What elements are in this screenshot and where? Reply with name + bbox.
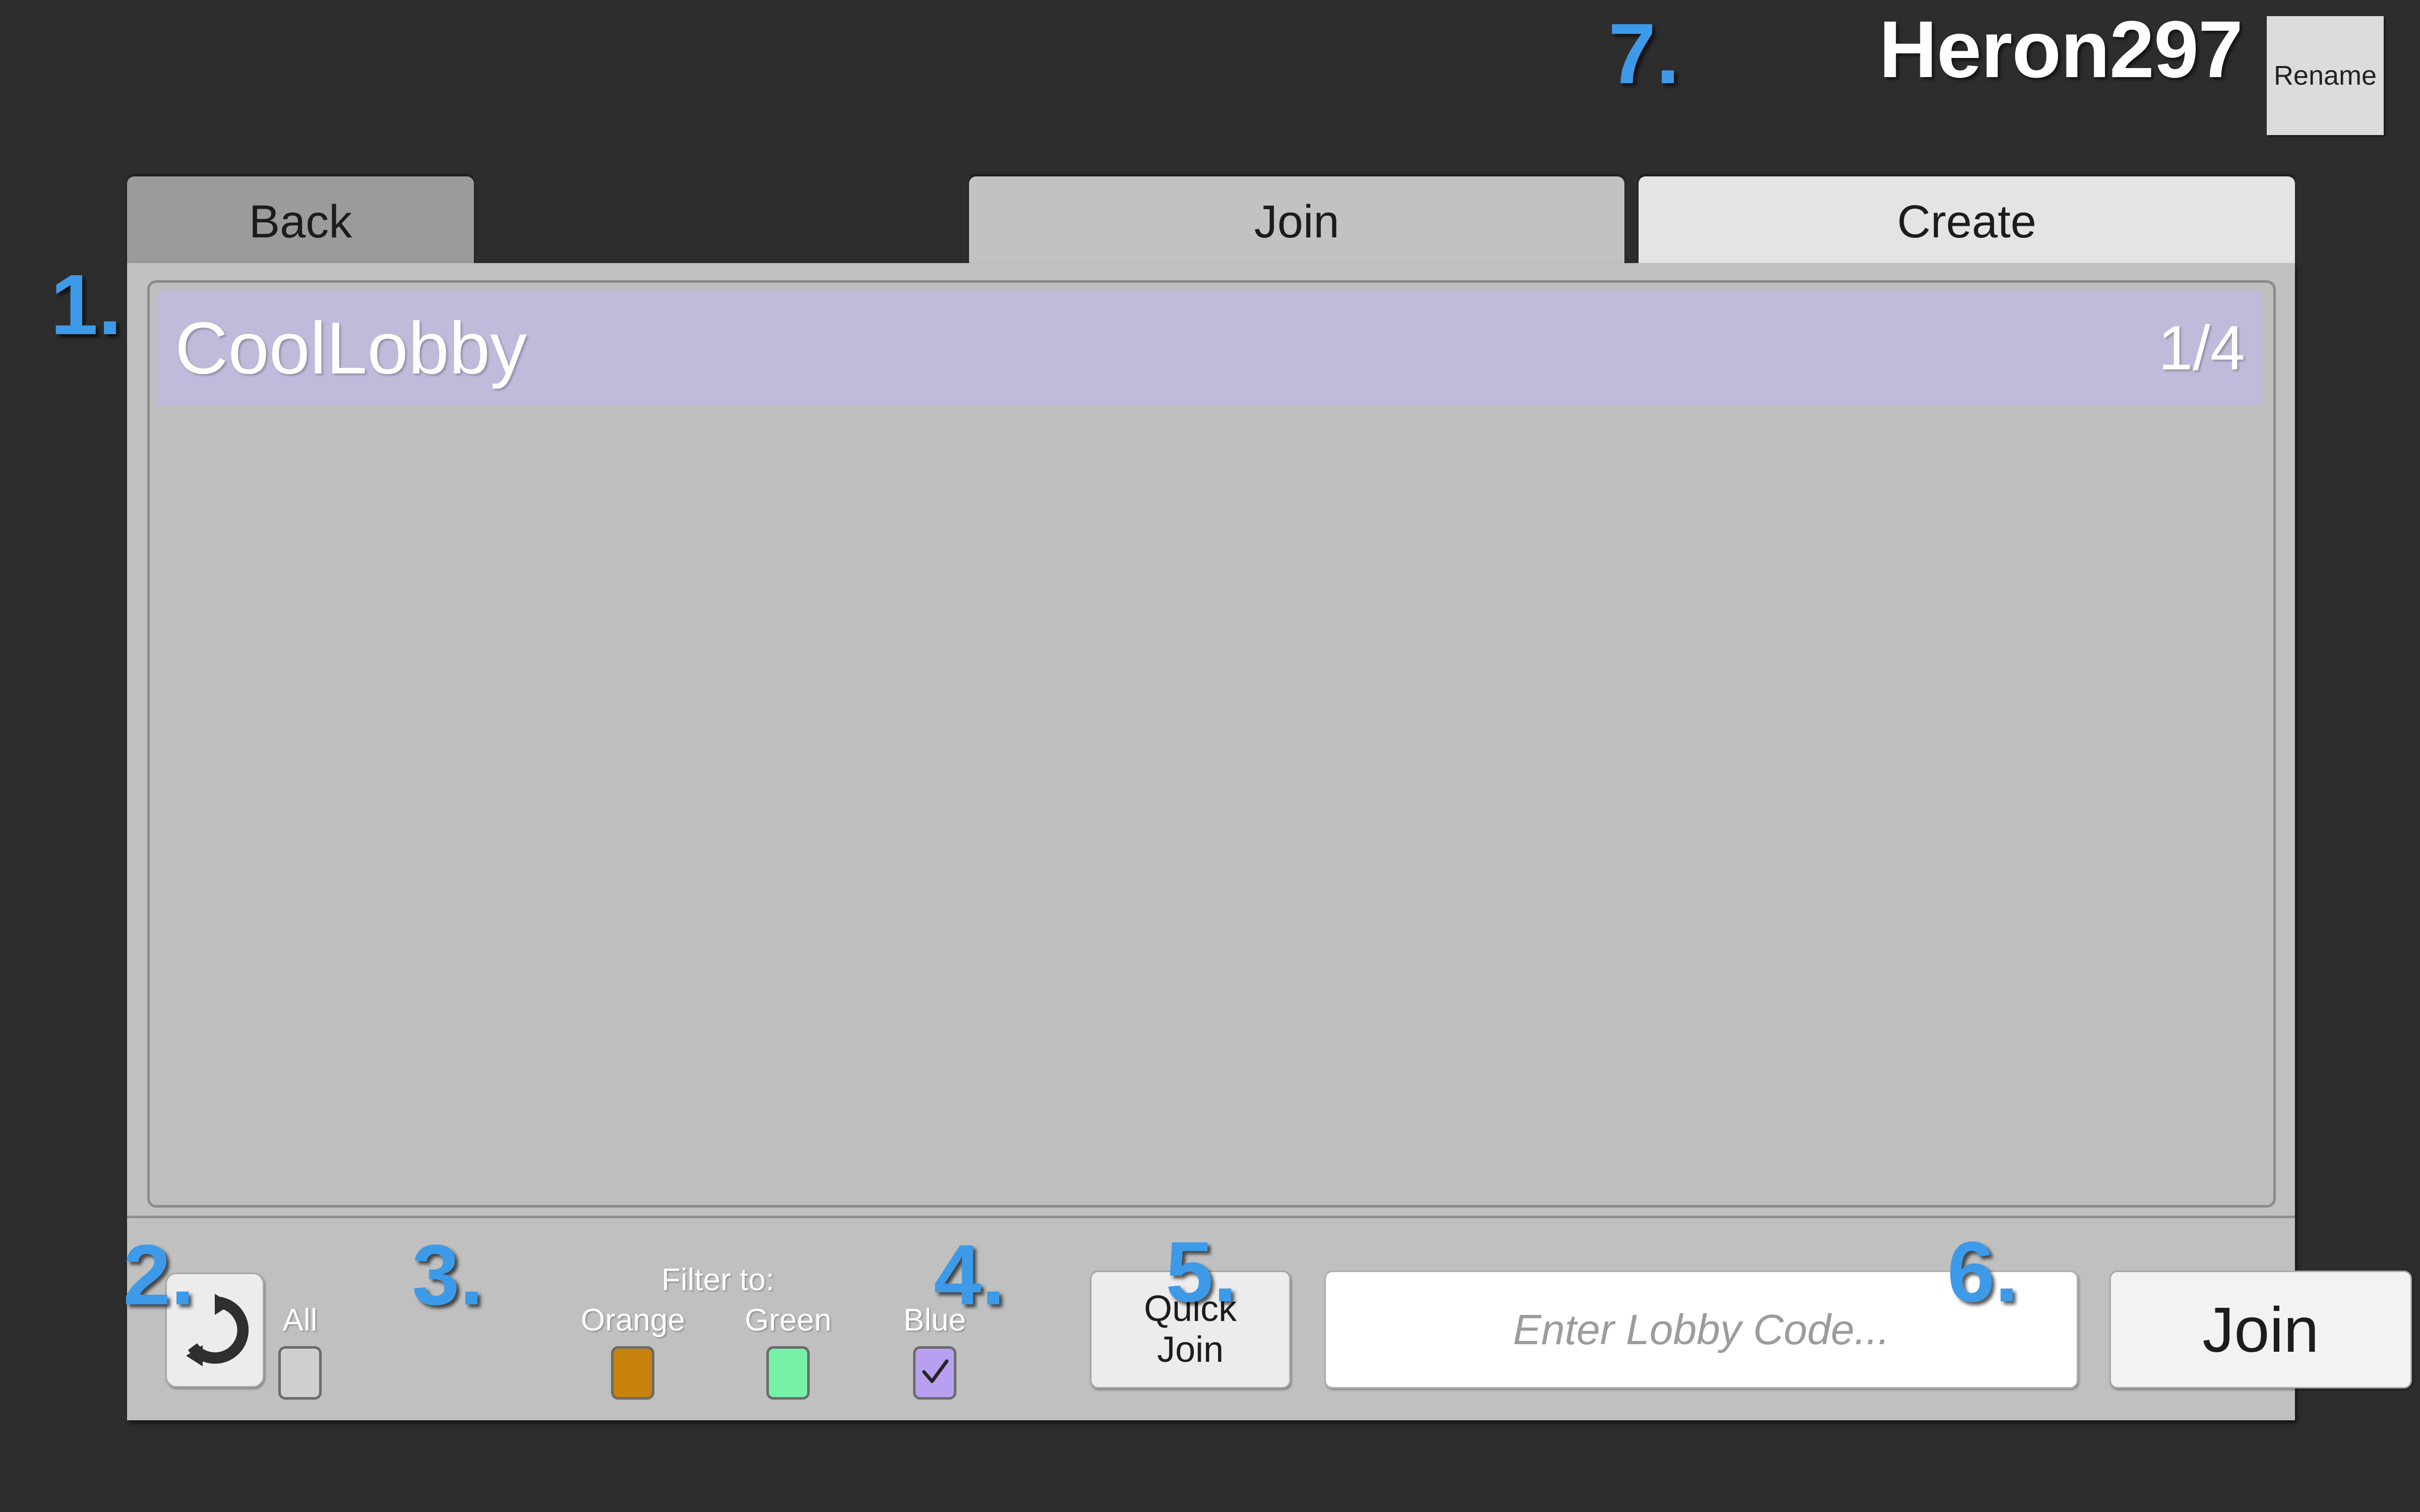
username-label: Heron297 bbox=[1879, 4, 2243, 94]
filter-orange-label: Orange bbox=[581, 1303, 685, 1338]
annotation-marker-4: 4. bbox=[934, 1227, 1005, 1323]
filter-green-label: Green bbox=[745, 1303, 832, 1338]
filter-blue-checkbox[interactable] bbox=[913, 1346, 957, 1400]
lobby-browser-panel: CoolLobby 1/4 2. Filter to: 3. All Orang… bbox=[123, 263, 2412, 1420]
lobby-name: CoolLobby bbox=[175, 307, 527, 389]
annotation-marker-1: 1. bbox=[50, 257, 122, 353]
rename-button[interactable]: Rename bbox=[2267, 16, 2384, 135]
filter-all-label: All bbox=[282, 1303, 318, 1338]
filter-green-checkbox[interactable] bbox=[766, 1346, 810, 1400]
header-bar: 7. Heron297 Rename bbox=[0, 0, 2420, 151]
join-button[interactable]: Join bbox=[2109, 1271, 2412, 1389]
checkmark-icon bbox=[919, 1356, 951, 1391]
lobby-toolbar: 2. Filter to: 3. All Orange Green Blue 4… bbox=[123, 1216, 2412, 1420]
annotation-marker-3: 3. bbox=[412, 1227, 483, 1323]
quick-join-line2: Join bbox=[1157, 1330, 1224, 1370]
lobby-list[interactable]: CoolLobby 1/4 bbox=[147, 280, 2276, 1208]
filter-all-checkbox[interactable] bbox=[278, 1346, 322, 1400]
filter-to-label: Filter to: bbox=[661, 1263, 774, 1297]
lobby-list-item[interactable]: CoolLobby 1/4 bbox=[158, 291, 2262, 406]
annotation-marker-7: 7. bbox=[1608, 6, 1680, 102]
lobby-player-count: 1/4 bbox=[2158, 313, 2245, 383]
tab-strip: Back Join Create bbox=[0, 176, 2420, 267]
annotation-marker-6: 6. bbox=[1947, 1224, 2019, 1320]
tab-create[interactable]: Create bbox=[1639, 176, 2295, 267]
tab-join[interactable]: Join bbox=[969, 176, 1624, 267]
annotation-marker-2: 2. bbox=[123, 1227, 195, 1323]
annotation-marker-5: 5. bbox=[1166, 1224, 1237, 1320]
filter-green[interactable]: Green bbox=[745, 1305, 831, 1400]
filter-orange[interactable]: Orange bbox=[581, 1305, 685, 1400]
lobby-code-placeholder: Enter Lobby Code... bbox=[1512, 1306, 1890, 1353]
tab-back[interactable]: Back bbox=[127, 176, 474, 267]
filter-all[interactable]: All bbox=[278, 1305, 322, 1400]
filter-orange-checkbox[interactable] bbox=[611, 1346, 655, 1400]
